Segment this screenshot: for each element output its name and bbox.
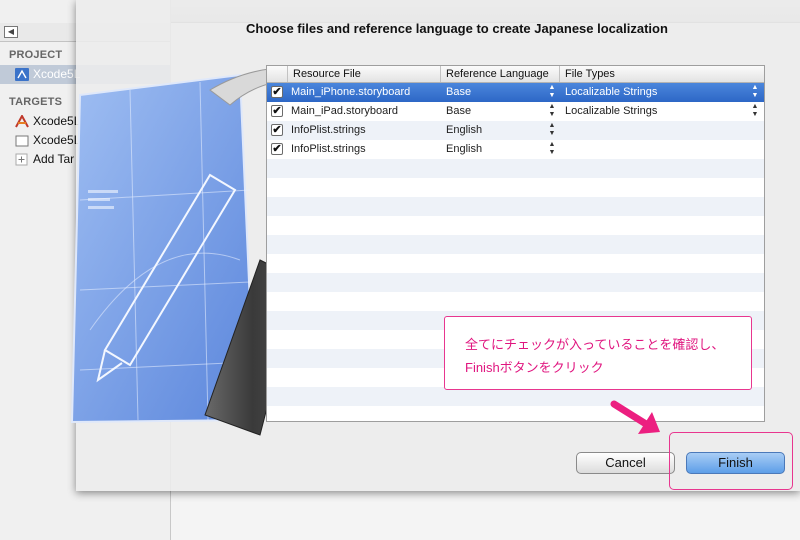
reference-language-popup[interactable]: English [446,140,482,159]
annotation-arrow-icon [610,400,660,434]
empty-row [267,406,764,421]
column-header-resource-file[interactable]: Resource File [287,66,440,82]
xcode-project-icon [15,68,29,81]
language-stepper-icon[interactable]: ▲ ▼ [548,141,556,157]
table-row[interactable]: ✔ InfoPlist.strings English ▲ ▼ [267,121,764,140]
test-target-icon [15,135,29,147]
reference-language-popup[interactable]: Base [446,83,471,102]
table-row[interactable]: ✔ Main_iPhone.storyboard Base ▲ ▼ Localiz… [267,83,764,102]
resource-file-cell: InfoPlist.strings [291,124,366,136]
include-checkbox[interactable]: ✔ [271,124,283,136]
column-header-reference-language[interactable]: Reference Language [440,66,559,82]
column-header-file-types[interactable]: File Types [559,66,764,82]
app-target-icon [15,115,29,128]
language-stepper-icon[interactable]: ▲ ▼ [548,122,556,138]
empty-row [267,197,764,216]
finish-highlight-box [669,432,793,490]
targets-section-header: TARGETS [9,96,63,108]
empty-row [267,292,764,311]
empty-row [267,254,764,273]
file-type-popup[interactable]: Localizable Strings [565,83,657,102]
empty-row [267,235,764,254]
empty-row [267,159,764,178]
empty-row [267,273,764,292]
sheet-title: Choose files and reference language to c… [246,21,668,36]
language-stepper-icon[interactable]: ▲ ▼ [548,84,556,100]
include-checkbox[interactable]: ✔ [271,86,283,98]
reference-language-popup[interactable]: English [446,121,482,140]
resource-file-cell: Main_iPad.storyboard [291,105,399,117]
table-header: Resource File Reference Language File Ty… [267,66,764,83]
empty-row [267,178,764,197]
collapse-icon[interactable]: ◀ [4,26,18,38]
project-section-header: PROJECT [9,49,63,61]
language-stepper-icon[interactable]: ▲ ▼ [548,103,556,119]
annotation-text: 全てにチェックが入っていることを確認し、 Finishボタンをクリック [465,337,725,375]
cancel-button[interactable]: Cancel [576,452,675,474]
file-type-stepper-icon[interactable]: ▲ ▼ [751,103,759,119]
annotation-callout: 全てにチェックが入っていることを確認し、 Finishボタンをクリック [444,316,752,390]
table-row[interactable]: ✔ Main_iPad.storyboard Base ▲ ▼ Localizab… [267,102,764,121]
empty-row [267,216,764,235]
file-type-popup[interactable]: Localizable Strings [565,102,657,121]
include-checkbox[interactable]: ✔ [271,143,283,155]
resource-file-cell: InfoPlist.strings [291,143,366,155]
reference-language-popup[interactable]: Base [446,102,471,121]
resource-file-cell: Main_iPhone.storyboard [291,86,411,98]
include-checkbox[interactable]: ✔ [271,105,283,117]
table-row[interactable]: ✔ InfoPlist.strings English ▲ ▼ [267,140,764,159]
file-type-stepper-icon[interactable]: ▲ ▼ [751,84,759,100]
add-icon [15,153,28,166]
